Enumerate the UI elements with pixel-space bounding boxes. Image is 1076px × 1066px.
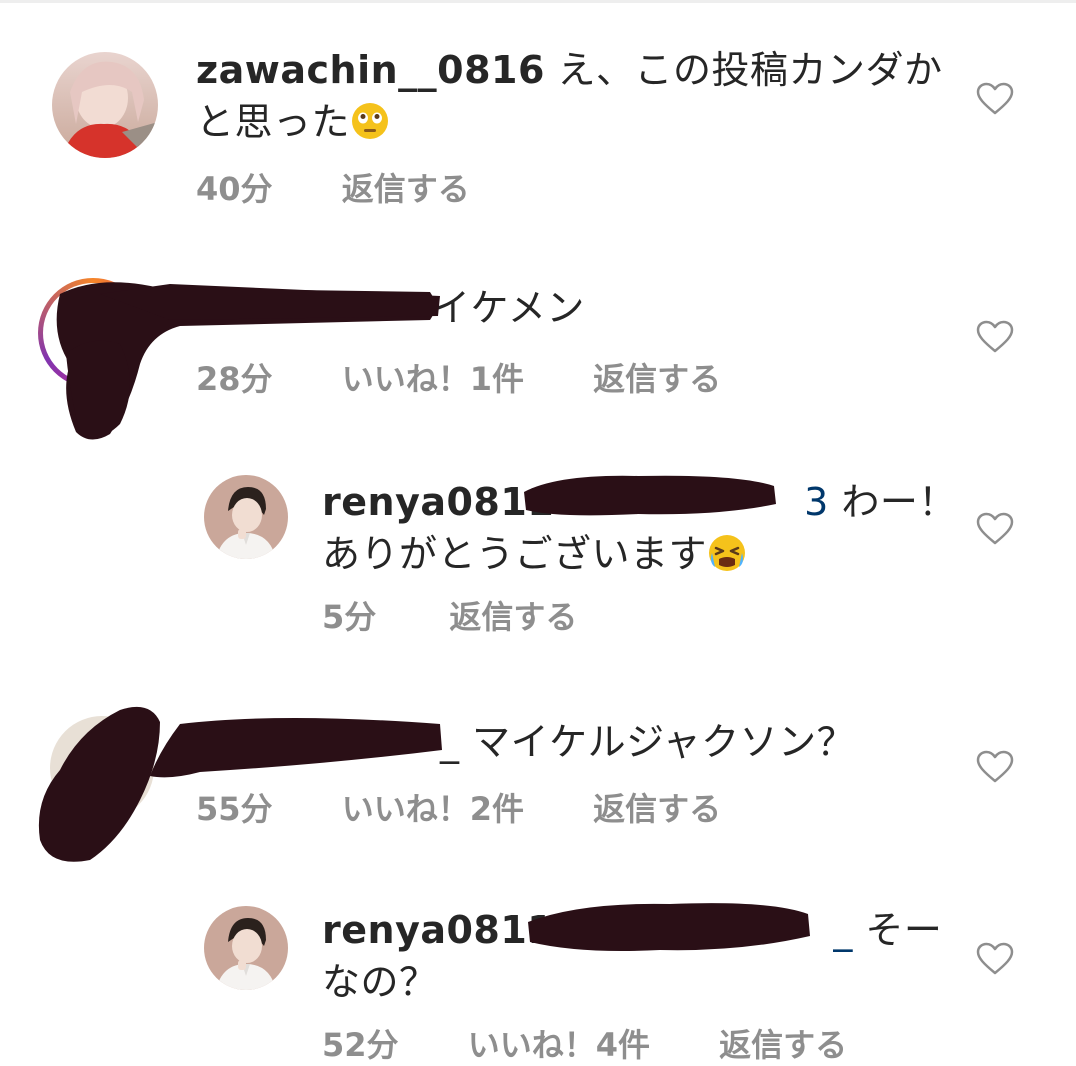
likes-count[interactable]: いいね！2件	[342, 784, 524, 830]
comment-body: マイケルジャクソン？	[459, 720, 856, 764]
comment-username[interactable]: renya0811	[322, 908, 554, 952]
avatar[interactable]	[204, 906, 288, 990]
comment-meta: 40分 返信する	[196, 164, 470, 210]
comment-meta: 52分 いいね！4件 返信する	[322, 1020, 847, 1066]
comment-username[interactable]: zawachin__0816	[196, 48, 545, 92]
heart-outline-icon[interactable]	[976, 82, 1014, 116]
comment-meta: 5分 返信する	[322, 592, 577, 638]
comment-meta: 28分 いいね！1件 返信する	[196, 354, 721, 400]
comment-text: _ マイケルジャクソン？	[196, 716, 956, 768]
likes-count[interactable]: いいね！1件	[342, 354, 524, 400]
comment-body-line2: なの？	[322, 960, 438, 1004]
comment-time: 5分	[322, 598, 377, 636]
mention-link[interactable]: _	[567, 904, 853, 956]
comment-body: え、この投稿カンダか	[544, 48, 943, 92]
avatar[interactable]	[52, 52, 158, 158]
comment-time: 40分	[196, 170, 273, 208]
heart-outline-icon[interactable]	[976, 750, 1014, 784]
reply-button[interactable]: 返信する	[593, 354, 721, 400]
comment-text: renya0811 _ そー なの？	[322, 904, 962, 1008]
comment-body: わー！	[828, 480, 957, 524]
comment-time: 28分	[196, 360, 273, 398]
reply-button[interactable]: 返信する	[719, 1020, 847, 1066]
flushed-face-emoji-icon	[350, 101, 390, 141]
avatar[interactable]	[38, 278, 148, 388]
avatar[interactable]	[204, 475, 288, 559]
reply-button[interactable]: 返信する	[593, 784, 721, 830]
reply-button[interactable]: 返信する	[449, 592, 577, 638]
comment-text: zawachin__0816 え、この投稿カンダか と思った	[196, 44, 956, 148]
comment-body: そー	[852, 908, 943, 952]
avatar[interactable]	[50, 716, 154, 820]
heart-outline-icon[interactable]	[976, 512, 1014, 546]
comment-body-line2: ありがとうございます	[322, 532, 708, 576]
mention-link[interactable]: 3	[567, 476, 829, 528]
likes-count[interactable]: いいね！4件	[468, 1020, 650, 1066]
comment-body-prefix: _	[440, 720, 460, 764]
comment-text: イケメン	[196, 282, 956, 334]
crying-face-emoji-icon	[707, 533, 747, 573]
reply-button[interactable]: 返信する	[342, 164, 470, 210]
comment-time: 55分	[196, 790, 273, 828]
heart-outline-icon[interactable]	[976, 942, 1014, 976]
comment-username[interactable]: renya0811	[322, 480, 554, 524]
comment-time: 52分	[322, 1026, 399, 1064]
comment-meta: 55分 いいね！2件 返信する	[196, 784, 721, 830]
comment-body: イケメン	[432, 286, 585, 330]
comment-text: renya0811 3 わー！ ありがとうございます	[322, 476, 962, 580]
heart-outline-icon[interactable]	[976, 320, 1014, 354]
top-divider	[0, 0, 1076, 3]
comment-body-line2: と思った	[196, 100, 351, 144]
